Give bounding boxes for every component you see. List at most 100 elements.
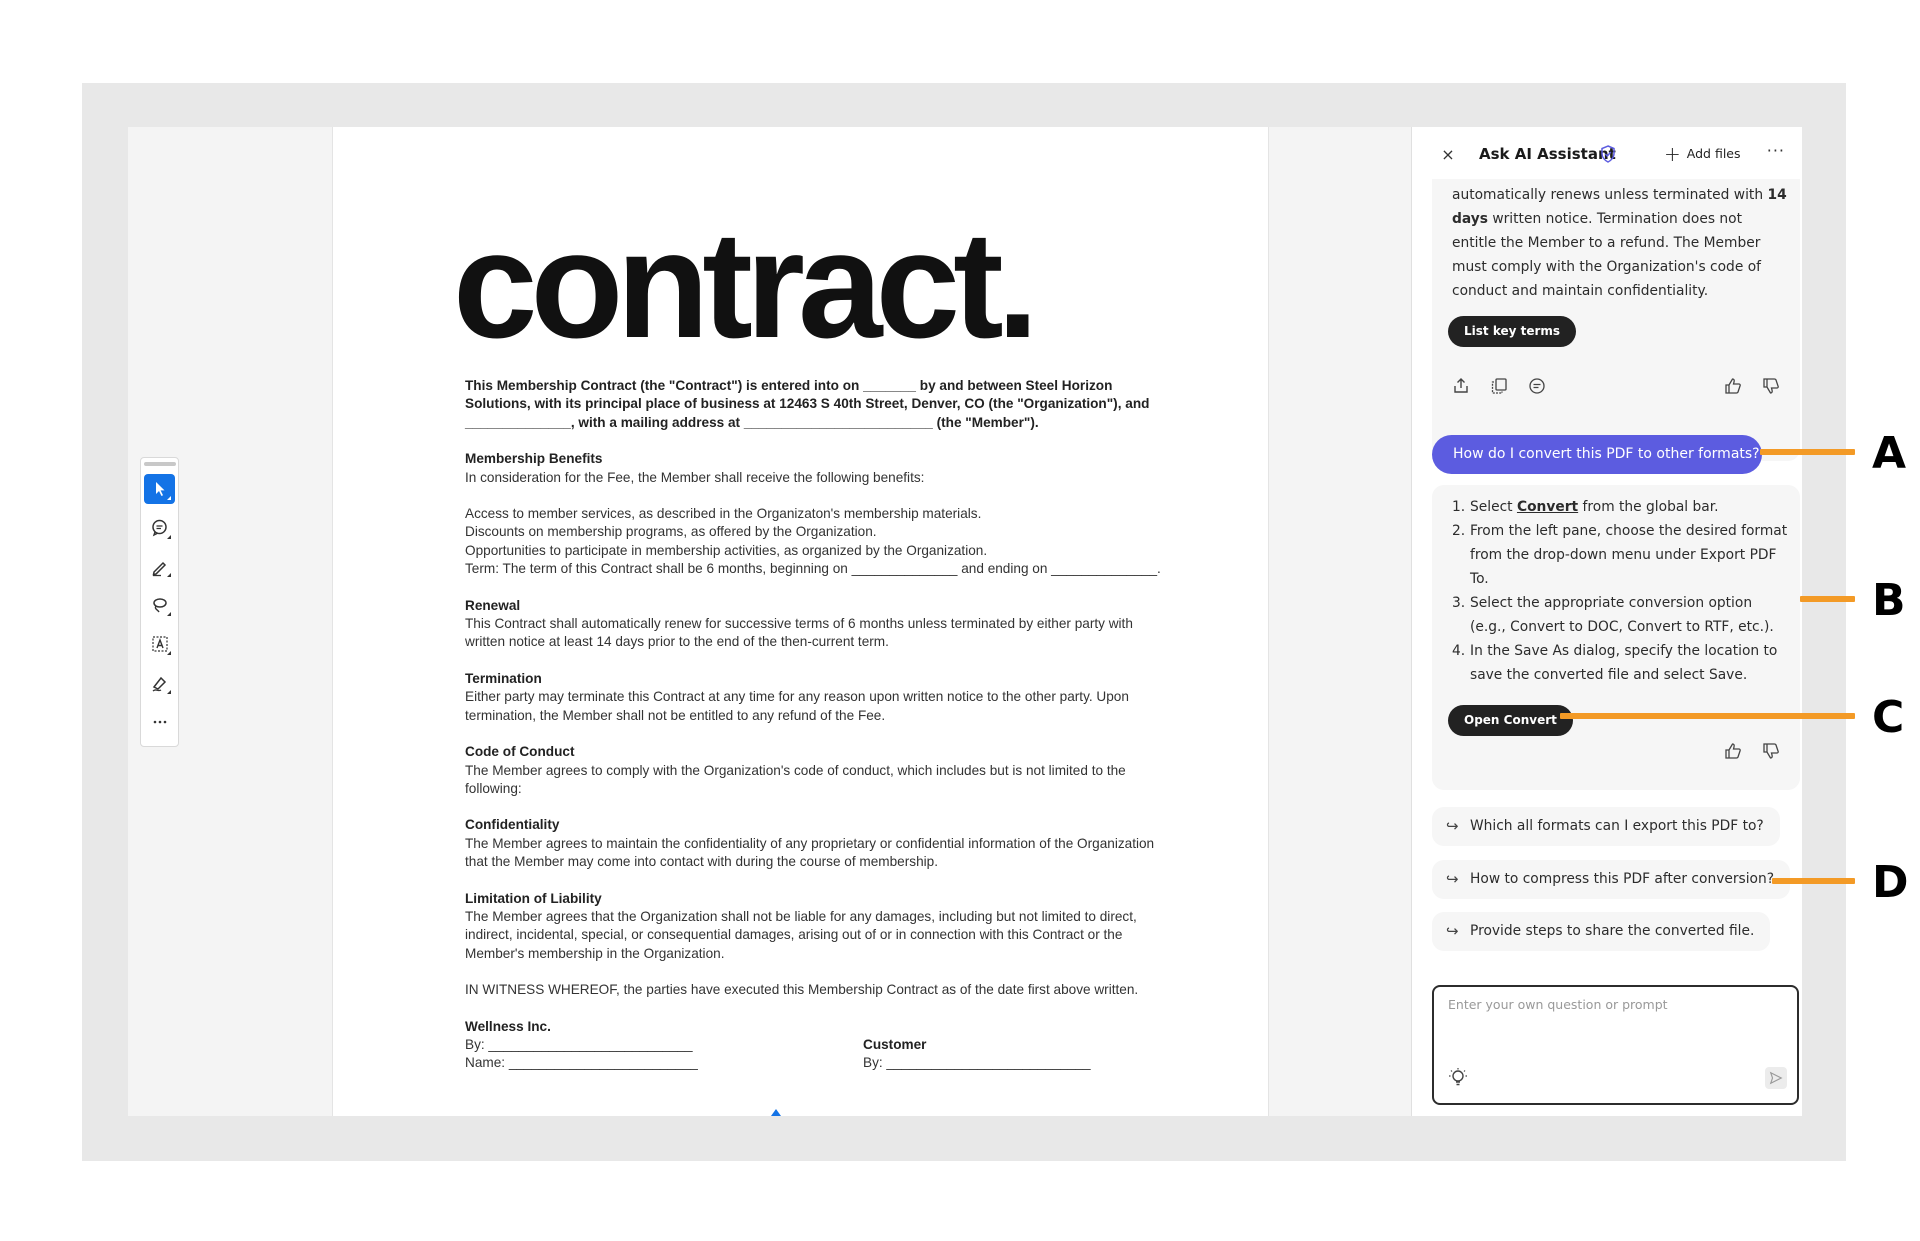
feedback-buttons (1722, 375, 1782, 397)
thumbs-up-icon[interactable] (1722, 375, 1744, 397)
thumbs-down-icon[interactable] (1760, 740, 1782, 762)
step-item: 2. From the left pane, choose the desired… (1452, 519, 1792, 591)
toolbar-grip[interactable] (143, 462, 176, 466)
thumbs-up-icon[interactable] (1722, 740, 1744, 762)
feedback-buttons (1722, 740, 1782, 762)
highlight-tool-button[interactable] (144, 552, 175, 582)
suggestion-text: Provide steps to share the converted fil… (1470, 923, 1755, 939)
step-text: Select the appropriate conversion option… (1470, 595, 1774, 635)
prompt-input[interactable] (1448, 997, 1778, 1012)
section-heading: Limitation of Liability (465, 890, 602, 906)
user-question-bubble: How do I convert this PDF to other forma… (1432, 435, 1762, 474)
suggestion-text: Which all formats can I export this PDF … (1470, 818, 1764, 834)
step-text: from the global bar. (1578, 499, 1719, 515)
step-number: 4. (1452, 643, 1466, 659)
reply-arrow-icon: ↪ (1446, 870, 1459, 888)
step-text: In the Save As dialog, specify the locat… (1470, 643, 1778, 683)
reply-arrow-icon: ↪ (1446, 922, 1459, 940)
convert-link[interactable]: Convert (1517, 499, 1578, 515)
lightbulb-icon[interactable] (1448, 1067, 1468, 1089)
step-number: 1. (1452, 499, 1466, 515)
signature-line: By: ___________________________ (863, 1054, 1091, 1070)
step-text: Select (1470, 499, 1517, 515)
callout-line-a (1760, 449, 1855, 455)
callout-label-c: C (1872, 692, 1905, 743)
assistant-response-card: automatically renews unless terminated w… (1432, 179, 1800, 461)
benefit-item: Access to member services, as described … (465, 506, 982, 522)
list-key-terms-button[interactable]: List key terms (1448, 316, 1577, 347)
section-body: The Member agrees that the Organization … (465, 908, 1137, 961)
steps-list: 1. Select Convert from the global bar. 2.… (1452, 495, 1792, 687)
add-note-icon[interactable] (1526, 375, 1548, 397)
copy-icon[interactable] (1488, 375, 1510, 397)
benefit-item: Discounts on membership programs, as off… (465, 524, 877, 540)
step-number: 3. (1452, 595, 1466, 611)
suggested-question[interactable]: ↪ Which all formats can I export this PDF… (1432, 807, 1780, 846)
comment-tool-button[interactable] (144, 513, 175, 543)
name-line: Name: _________________________ (465, 1055, 698, 1071)
suggested-question[interactable]: ↪ How to compress this PDF after conversi… (1432, 860, 1791, 899)
response-text: automatically renews unless terminated w… (1452, 183, 1787, 303)
signature-left: Wellness Inc. By: ______________________… (465, 1018, 698, 1073)
send-button[interactable] (1765, 1067, 1787, 1089)
benefit-item: Opportunities to participate in membersh… (465, 542, 988, 558)
add-files-label: Add files (1686, 146, 1741, 161)
section-heading: Confidentiality (465, 817, 560, 833)
section-body: This Contract shall automatically renew … (465, 616, 1133, 650)
contract-intro: This Membership Contract (the "Contract"… (465, 378, 1150, 430)
close-button[interactable]: × (1438, 145, 1458, 165)
more-tools-button[interactable] (144, 707, 175, 737)
section-heading: Renewal (465, 597, 521, 613)
ellipsis-icon (153, 720, 166, 724)
benefits-list: Access to member services, as described … (465, 505, 1175, 579)
panel-title: Ask AI Assistant (1479, 145, 1616, 163)
plus-icon: + (1664, 141, 1681, 166)
suggested-question[interactable]: ↪ Provide steps to share the converted fi… (1432, 912, 1771, 951)
select-tool-button[interactable] (144, 473, 175, 504)
response-text-part: written notice. Termination does not ent… (1452, 211, 1761, 299)
callout-line-b (1800, 596, 1855, 602)
document-body: This Membership Contract (the "Contract"… (465, 377, 1175, 1078)
signature-line: By: ___________________________ (465, 1036, 693, 1052)
section-body: In consideration for the Fee, the Member… (465, 469, 925, 485)
ai-assistant-panel: × Ask AI Assistant + Add files ··· autom… (1411, 127, 1802, 1116)
more-options-button[interactable]: ··· (1767, 141, 1785, 160)
step-text: From the left pane, choose the desired f… (1470, 523, 1788, 587)
add-files-button[interactable]: + Add files (1664, 141, 1741, 166)
suggestion-text: How to compress this PDF after conversio… (1470, 871, 1775, 887)
callout-line-c (1560, 713, 1855, 719)
section-body: Either party may terminate this Contract… (465, 689, 1129, 723)
thumbs-down-icon[interactable] (1760, 375, 1782, 397)
step-item: 4. In the Save As dialog, specify the loc… (1452, 639, 1792, 687)
step-number: 2. (1452, 523, 1466, 539)
draw-tool-button[interactable] (144, 590, 175, 620)
send-icon (1769, 1071, 1783, 1085)
pdf-page[interactable]: contract. This Membership Contract (the … (332, 127, 1269, 1116)
app-window: contract. This Membership Contract (the … (128, 127, 1802, 1116)
section-body: The Member agrees to comply with the Org… (465, 762, 1126, 796)
step-item: 3. Select the appropriate conversion opti… (1452, 591, 1792, 639)
benefit-item: Term: The term of this Contract shall be… (465, 561, 1161, 577)
callout-label-d: D (1872, 857, 1909, 908)
text-tool-button[interactable] (144, 629, 175, 659)
response-actions (1450, 375, 1548, 397)
signature-heading: Customer (863, 1036, 927, 1052)
document-title: contract. (453, 200, 1039, 370)
section-heading: Code of Conduct (465, 744, 575, 760)
section-heading: Membership Benefits (465, 451, 603, 467)
cursor-marker-icon (771, 1109, 781, 1116)
sign-tool-button[interactable] (144, 668, 175, 698)
signature-heading: Wellness Inc. (465, 1018, 551, 1034)
open-convert-button[interactable]: Open Convert (1448, 705, 1573, 736)
step-item: 1. Select Convert from the global bar. (1452, 495, 1792, 519)
callout-line-d (1772, 878, 1855, 884)
share-icon[interactable] (1450, 375, 1472, 397)
signature-block: Wellness Inc. By: ______________________… (465, 1018, 1175, 1078)
callout-label-b: B (1872, 575, 1906, 626)
reply-arrow-icon: ↪ (1446, 817, 1459, 835)
quick-tools-toolbar (140, 457, 179, 747)
shield-check-icon[interactable] (1600, 145, 1616, 163)
section-heading: Termination (465, 670, 542, 686)
witness-clause: IN WITNESS WHEREOF, the parties have exe… (465, 982, 1139, 998)
prompt-box (1432, 985, 1799, 1105)
